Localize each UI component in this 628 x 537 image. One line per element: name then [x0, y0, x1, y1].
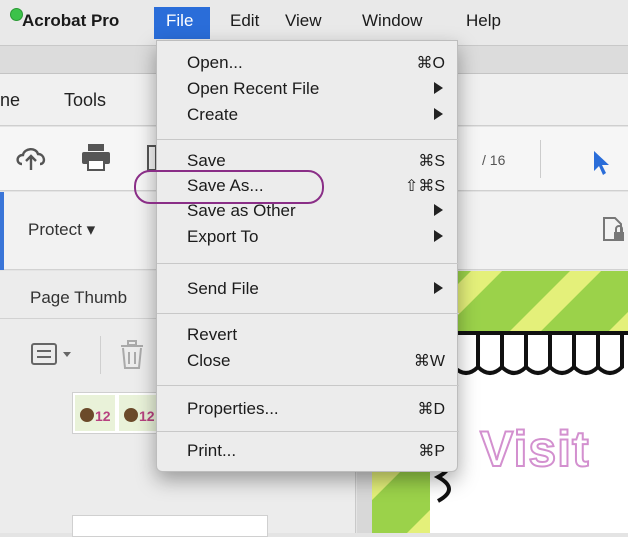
- menu-separator: [157, 431, 459, 432]
- menu-view[interactable]: View: [285, 11, 322, 31]
- menu-item-print[interactable]: Print... ⌘P: [157, 441, 459, 463]
- menu-item-label: Properties...: [187, 399, 279, 418]
- menu-separator: [157, 263, 459, 264]
- tab-tools[interactable]: Tools: [64, 90, 106, 111]
- svg-text:12: 12: [95, 408, 111, 424]
- tab-home[interactable]: ne: [0, 90, 20, 111]
- thumbnail-options-icon[interactable]: [30, 340, 76, 368]
- page-total-count: / 16: [482, 152, 506, 168]
- toolbar-divider: [540, 140, 541, 178]
- menu-item-save-as-other[interactable]: Save as Other: [157, 201, 459, 223]
- menu-item-open[interactable]: Open... ⌘O: [157, 53, 459, 75]
- document-lock-icon[interactable]: [601, 216, 625, 244]
- menu-item-shortcut: ⌘S: [418, 153, 445, 170]
- submenu-arrow-icon: [434, 282, 443, 294]
- menu-item-label: Open...: [187, 53, 243, 72]
- menu-item-shortcut: ⌘W: [413, 353, 445, 370]
- menu-app-acrobat-pro[interactable]: Acrobat Pro: [22, 11, 119, 31]
- panel-title: Page Thumb: [30, 288, 128, 307]
- svg-text:12: 12: [139, 408, 155, 424]
- menu-item-shortcut: ⌘D: [417, 401, 445, 418]
- page-thumbnail[interactable]: 12 12: [72, 392, 162, 434]
- file-menu-dropdown: Open... ⌘O Open Recent File Create Save …: [156, 40, 459, 472]
- select-cursor-icon[interactable]: [592, 150, 612, 176]
- submenu-arrow-icon: [434, 204, 443, 216]
- menu-item-send-file[interactable]: Send File: [157, 279, 459, 301]
- menu-item-shortcut: ⌘P: [418, 443, 445, 460]
- menu-item-label: Save: [187, 151, 226, 170]
- submenu-arrow-icon: [434, 230, 443, 242]
- panel-toolbar-divider: [100, 336, 101, 374]
- menu-item-revert[interactable]: Revert: [157, 325, 459, 347]
- protect-dropdown[interactable]: Protect ▾: [28, 220, 95, 240]
- submenu-arrow-icon: [434, 82, 443, 94]
- menu-item-create[interactable]: Create: [157, 105, 459, 127]
- menu-help[interactable]: Help: [466, 11, 501, 31]
- menu-item-shortcut: ⇧⌘S: [404, 178, 445, 195]
- menu-item-label: Save as Other: [187, 201, 296, 220]
- menu-file[interactable]: File: [154, 7, 210, 39]
- menu-item-label: Revert: [187, 325, 238, 344]
- save-as-highlight-annotation: [134, 170, 324, 204]
- printer-icon[interactable]: [80, 142, 112, 172]
- menu-item-shortcut: ⌘O: [416, 55, 445, 72]
- menu-window[interactable]: Window: [362, 11, 422, 31]
- menu-item-close[interactable]: Close ⌘W: [157, 351, 459, 373]
- menu-item-properties[interactable]: Properties... ⌘D: [157, 399, 459, 421]
- submenu-arrow-icon: [434, 108, 443, 120]
- menu-item-open-recent-file[interactable]: Open Recent File: [157, 79, 459, 101]
- menu-edit[interactable]: Edit: [230, 11, 259, 31]
- active-tool-accent: [0, 192, 4, 270]
- menu-separator: [157, 313, 459, 314]
- zoom-window-button[interactable]: [10, 8, 23, 21]
- trash-icon[interactable]: [118, 340, 146, 370]
- menu-item-label: Open Recent File: [187, 79, 320, 98]
- thumbnail-preview-image: 12 12: [75, 395, 159, 431]
- menu-item-label: Send File: [187, 279, 259, 298]
- menu-item-label: Export To: [187, 227, 259, 246]
- menu-item-export-to[interactable]: Export To: [157, 227, 459, 249]
- document-visit-text: Visit: [479, 420, 590, 478]
- menu-item-label: Close: [187, 351, 231, 370]
- upload-cloud-icon[interactable]: [14, 142, 48, 174]
- menu-separator: [157, 139, 459, 140]
- menu-item-label: Create: [187, 105, 239, 124]
- menu-item-label: Print...: [187, 441, 237, 460]
- menu-separator: [157, 385, 459, 386]
- page-thumbnail[interactable]: [72, 515, 268, 537]
